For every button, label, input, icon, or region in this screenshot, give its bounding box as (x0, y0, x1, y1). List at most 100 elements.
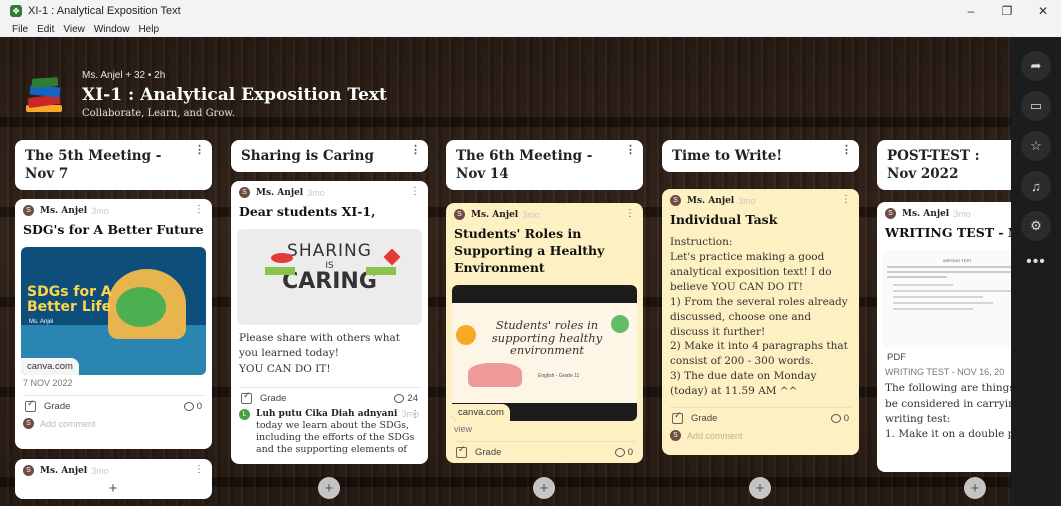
minimize-button[interactable]: – (953, 0, 989, 22)
post-time: 3mo (307, 187, 325, 198)
present-icon[interactable]: ▭ (1021, 91, 1051, 121)
comment-menu-icon[interactable]: ⋮ (410, 409, 420, 420)
column-title: Time to Write! (672, 148, 783, 164)
post-card[interactable]: S Ms. Anjel 3mo ⋮ Dear students XI-1, SH… (231, 181, 428, 465)
post-menu-icon[interactable]: ⋮ (625, 208, 635, 219)
avatar: S (454, 209, 465, 221)
avatar: S (670, 195, 681, 207)
thumbnail-title: Students' roles in supporting healthy en… (491, 318, 603, 358)
pdf-preview[interactable]: WRITING TEST (883, 250, 1011, 349)
add-post-button[interactable]: + (102, 477, 124, 499)
grade-button[interactable]: Grade (672, 410, 717, 425)
post-menu-icon[interactable]: ⋮ (194, 464, 204, 475)
post-title: WRITING TEST - NOV 16, 2022 (885, 225, 1011, 241)
post-author: Ms. Anjel (902, 208, 950, 219)
column-header[interactable]: Sharing is Caring ⋮ (231, 140, 428, 173)
star-icon[interactable]: ☆ (1021, 131, 1051, 161)
post-card[interactable]: S Ms. Anjel 3mo ⋮ Students' Roles in Sup… (446, 203, 643, 464)
menu-view[interactable]: View (63, 24, 85, 35)
settings-icon[interactable]: ⚙ (1021, 211, 1051, 241)
comment-icon (614, 448, 625, 458)
grade-icon (456, 444, 467, 459)
column-menu-icon[interactable]: ⋮ (625, 144, 636, 155)
post-title: SDG's for A Better Future (23, 222, 204, 238)
post-time: 3mo (91, 205, 109, 216)
add-post-button[interactable]: + (964, 477, 986, 499)
column-header[interactable]: POST-TEST : Nov 2022 (877, 140, 1011, 191)
post-menu-icon[interactable]: ⋮ (841, 194, 851, 205)
grade-button[interactable]: Grade (241, 390, 286, 404)
grade-icon (672, 410, 683, 425)
comment-count[interactable]: 0 (614, 447, 633, 458)
comment-count[interactable]: 0 (183, 401, 202, 412)
grade-icon (241, 390, 252, 404)
column-menu-icon[interactable]: ⋮ (841, 144, 852, 155)
comment-icon (394, 393, 405, 403)
file-type-badge: PDF (887, 352, 906, 364)
column-title: Sharing is Caring (241, 148, 374, 164)
post-title: Students' Roles in Supporting a Healthy … (454, 226, 605, 276)
menu-edit[interactable]: Edit (37, 24, 54, 35)
column-header[interactable]: Time to Write! ⋮ (662, 140, 859, 173)
post-title: Dear students XI-1, (239, 204, 376, 220)
comment-count[interactable]: 0 (830, 413, 849, 424)
bell-icon[interactable]: ♫ (1021, 171, 1051, 201)
more-icon[interactable]: ••• (1026, 253, 1046, 271)
menu-file[interactable]: File (12, 24, 28, 35)
post-card[interactable]: S Ms. Anjel 3mo ⋮ SDG's for A Better Fut… (15, 199, 212, 450)
maximize-button[interactable]: ❐ (989, 0, 1025, 22)
file-name: WRITING TEST - NOV 16, 20 (885, 367, 1005, 378)
thumbnail-author: Ms. Anjel (29, 319, 54, 326)
post-title: Individual Task (670, 212, 778, 228)
avatar: S (23, 465, 34, 477)
close-button[interactable]: ✕ (1025, 0, 1061, 22)
column-6th-meeting: The 6th Meeting - Nov 14 ⋮ S Ms. Anjel 3… (446, 140, 643, 464)
post-author: Ms. Anjel (40, 205, 88, 216)
post-time: 3mo (91, 465, 109, 476)
grade-button[interactable]: Grade (25, 398, 70, 413)
column-menu-icon[interactable]: ⋮ (410, 144, 421, 155)
column-header[interactable]: The 6th Meeting - Nov 14 ⋮ (446, 140, 643, 191)
column-title: The 6th Meeting - Nov 14 (456, 148, 593, 183)
add-post-button[interactable]: + (749, 477, 771, 499)
column-header[interactable]: The 5th Meeting - Nov 7 ⋮ (15, 140, 212, 191)
post-time: 3mo (522, 209, 540, 220)
post-image[interactable]: SHARING IS CARING (237, 229, 422, 326)
avatar: S (670, 430, 681, 442)
menu-help[interactable]: Help (138, 24, 159, 35)
add-comment-field[interactable]: S Add comment (662, 429, 859, 447)
post-thumbnail[interactable]: SDGs for A Better Life Ms. Anjel canva.c… (21, 247, 206, 376)
post-card[interactable]: S Ms. Anjel 3mo WRITING TEST - NOV 16, 2… (877, 202, 1011, 473)
post-card[interactable]: S Ms. Anjel 3mo ⋮ Individual Task Instru… (662, 189, 859, 456)
pdf-heading: WRITING TEST (943, 258, 972, 264)
add-post-button[interactable]: + (533, 477, 555, 499)
post-author: Ms. Anjel (687, 195, 735, 206)
add-comment-field[interactable]: S Add comment (15, 417, 212, 435)
column-menu-icon[interactable]: ⋮ (194, 144, 205, 155)
column-title: POST-TEST : Nov 2022 (887, 148, 980, 183)
right-toolbar: ➦ ▭ ☆ ♫ ⚙ ••• (1011, 37, 1061, 506)
post-menu-icon[interactable]: ⋮ (194, 204, 204, 215)
avatar: L (239, 408, 250, 420)
post-menu-icon[interactable]: ⋮ (410, 186, 420, 197)
avatar: S (23, 205, 34, 217)
post-author: Ms. Anjel (256, 187, 304, 198)
grade-button[interactable]: Grade (456, 444, 501, 459)
add-post-button[interactable]: + (318, 477, 340, 499)
menu-window[interactable]: Window (94, 24, 130, 35)
grade-icon (25, 398, 36, 413)
post-time: 3mo (738, 195, 756, 206)
post-body: The following are things to be considere… (885, 382, 1011, 440)
post-thumbnail[interactable]: Students' roles in supporting healthy en… (452, 285, 637, 422)
post-author: Ms. Anjel (471, 209, 519, 220)
comment-icon (183, 402, 194, 412)
share-icon[interactable]: ➦ (1021, 51, 1051, 81)
comment-icon (830, 414, 841, 424)
post-author: Ms. Anjel (40, 465, 88, 476)
window-titlebar: ❖ XI-1 : Analytical Exposition Text – ❐ … (0, 0, 1061, 22)
view-link[interactable]: view (446, 421, 643, 437)
comment-count[interactable]: 24 (394, 393, 418, 404)
padlet-app-icon: ❖ (10, 5, 22, 17)
column-time-to-write: Time to Write! ⋮ S Ms. Anjel 3mo ⋮ Indiv… (662, 140, 859, 456)
post-body: Instruction: Let's practice making a goo… (670, 236, 848, 398)
